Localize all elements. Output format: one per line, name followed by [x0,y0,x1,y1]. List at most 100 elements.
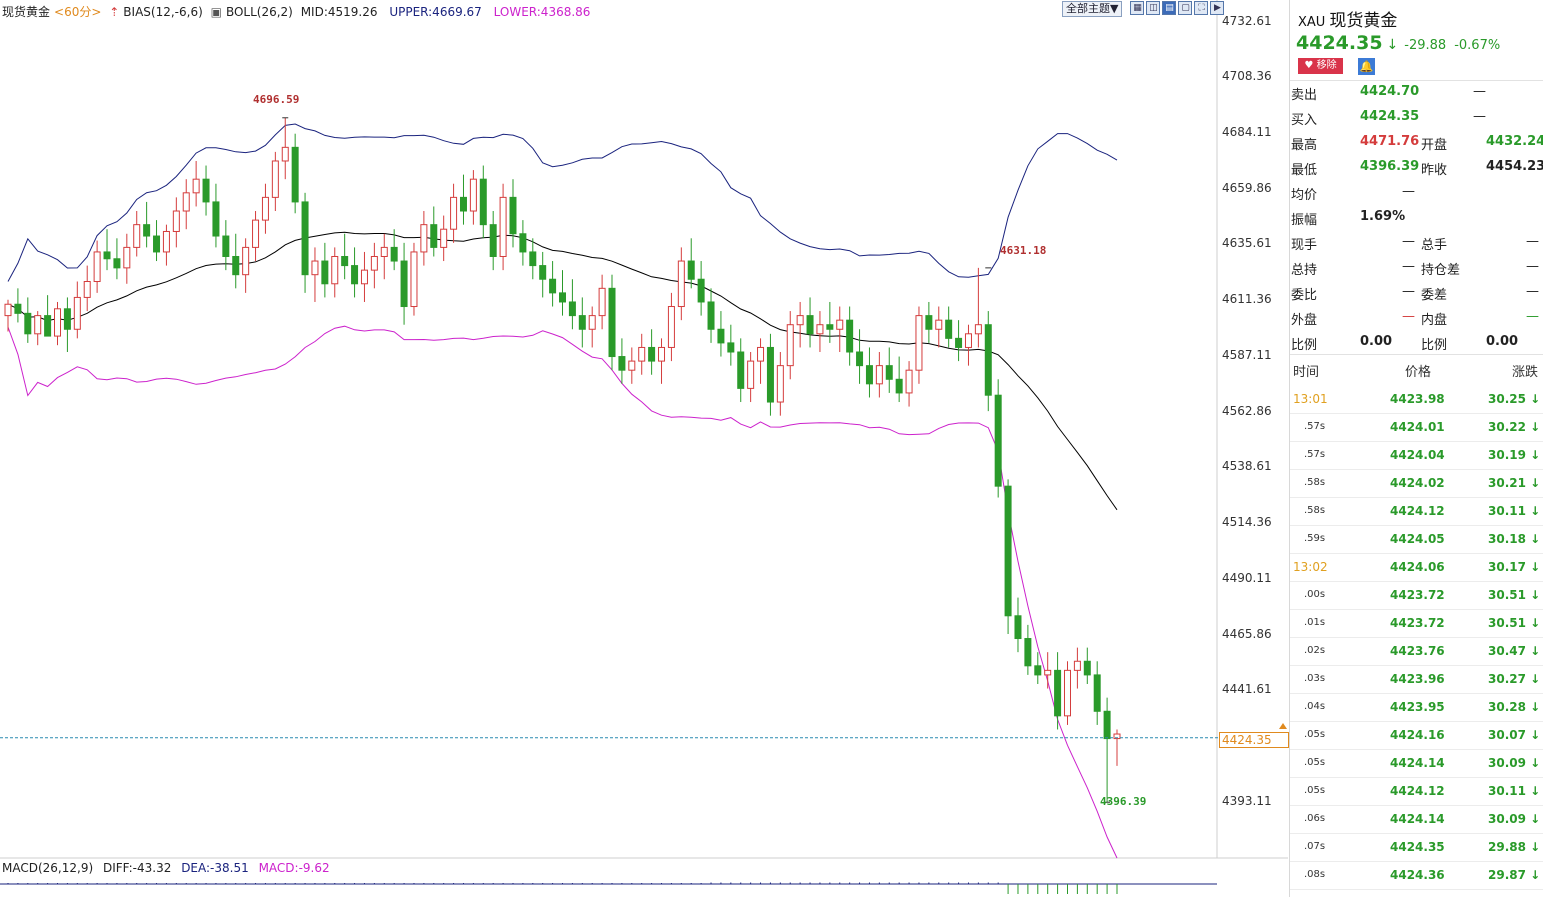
quote-label: 比例 [1291,338,1318,353]
tick-price: 4424.14 [1390,756,1445,770]
candle-body [549,278,557,294]
macd-label[interactable]: MACD(26,12,9) [2,861,93,875]
tick-price: 4424.04 [1390,448,1445,462]
annotation-high-2: 4631.18 [1000,244,1047,257]
tick-time: .58s [1304,477,1326,488]
candle-body [44,315,52,337]
candle-body [113,258,121,269]
lock-layout-icon[interactable]: ▤ [1162,1,1177,15]
quote-label: 振幅 [1291,213,1318,228]
tick-row: .05s 4424.16 30.07 ↓ [1290,721,1543,750]
period-selector[interactable]: <60分> [54,5,101,19]
down-arrow-icon: ↓ [1530,840,1541,854]
tick-change: 30.18 ↓ [1488,532,1540,546]
theme-button[interactable]: 全部主题▼ [1062,1,1123,17]
candle-body [360,269,368,285]
candle-body [519,233,527,253]
candle-body [63,308,71,330]
tick-header-time: 时间 [1293,365,1320,380]
candle-body [559,292,566,303]
candle-body [192,178,200,194]
fullscreen-icon[interactable]: ⛶ [1194,1,1209,15]
remove-watchlist-button[interactable]: ♥ 移除 [1298,58,1343,74]
down-arrow-icon: ↓ [1530,560,1541,574]
tick-row: .59s 4424.05 30.18 ↓ [1290,525,1543,554]
y-tick: 4441.61 [1222,682,1272,696]
candle-body [24,312,32,335]
candle-body [885,365,893,380]
down-arrow-icon: ↓ [1530,392,1541,406]
y-tick: 4708.36 [1222,69,1272,83]
tick-time: .01s [1304,617,1326,628]
candle-body [608,287,616,358]
grid-layout-icon[interactable]: ▦ [1130,1,1145,15]
candle-body [1004,485,1012,617]
candle-body [925,315,933,330]
candle-body [252,219,260,248]
quote-value-2: — [1526,284,1539,299]
candle-body [875,365,883,385]
quote-value: — [1402,309,1415,324]
quote-row: 卖出 4424.70 — [1290,80,1543,105]
down-arrow-icon: ↓ [1530,756,1541,770]
candle-body [628,360,636,371]
collapse-panel-icon[interactable]: ▶ [1210,1,1225,15]
down-arrow-icon: ↓ [1530,784,1541,798]
candle-body [281,146,289,162]
y-tick: 4659.86 [1222,181,1272,195]
tick-price: 4423.98 [1390,392,1445,406]
candle-body [648,346,656,362]
tick-header-price: 价格 [1405,365,1432,380]
kline-chart-area[interactable]: 现货黄金 <60分> ⇡ BIAS(12,-6,6) ▣ BOLL(26,2) MID… [0,0,1289,897]
bias-label[interactable]: BIAS(12,-6,6) [123,5,202,19]
candle-body [945,319,953,339]
candle-body [1054,669,1062,717]
tick-change: 30.17 ↓ [1488,560,1540,574]
candle-body [83,281,91,298]
quote-value: 4471.76 [1360,134,1420,149]
annotation-low: 4396.39 [1100,795,1147,808]
candle-body [489,224,497,257]
candle-body [974,324,982,335]
candle-body [796,315,804,326]
tick-change: 30.28 ↓ [1488,700,1540,714]
quote-label-2: 比例 [1421,338,1448,353]
quote-row: 振幅 1.69% [1290,205,1543,230]
tick-change-value: 30.27 [1488,672,1526,686]
quote-value-2: — [1526,259,1539,274]
split-layout-icon[interactable]: ◫ [1146,1,1161,15]
quote-label-2: 总手 [1421,238,1448,253]
candle-body [677,260,685,308]
tick-change: 30.07 ↓ [1488,728,1540,742]
candle-body [539,265,547,280]
tick-price: 4424.35 [1390,840,1445,854]
candle-body [816,324,824,335]
quote-label: 卖出 [1291,88,1318,103]
tick-change: 30.51 ↓ [1488,588,1540,602]
tick-change: 30.09 ↓ [1488,812,1540,826]
macd-value: MACD:-9.62 [258,861,330,875]
quote-value: — [1402,184,1415,199]
quote-label-2: 内盘 [1421,313,1448,328]
tick-price: 4423.72 [1390,588,1445,602]
single-layout-icon[interactable]: ▢ [1178,1,1193,15]
tick-row: .07s 4424.35 29.88 ↓ [1290,833,1543,862]
candle-body [469,178,477,212]
tick-change: 30.22 ↓ [1488,420,1540,434]
tick-row: 13:01 4423.98 30.25 ↓ [1290,385,1543,414]
down-arrow-icon: ↓ [1530,644,1541,658]
tick-change: 30.25 ↓ [1488,392,1540,406]
down-arrow-icon: ↓ [1530,588,1541,602]
quote-label: 总持 [1291,263,1318,278]
bell-icon[interactable]: 🔔 [1358,58,1375,75]
kline-chart[interactable] [0,0,1288,897]
macd-diff: DIFF:-43.32 [102,861,172,875]
boll-label[interactable]: BOLL(26,2) [226,5,293,19]
indicator-header: 现货黄金 <60分> ⇡ BIAS(12,-6,6) ▣ BOLL(26,2) MID… [2,3,594,19]
down-arrow-icon: ↓ [1530,532,1541,546]
candle-body [390,246,398,262]
tick-row: .58s 4424.02 30.21 ↓ [1290,469,1543,498]
tick-change: 29.87 ↓ [1488,868,1540,882]
tick-time: .08s [1304,869,1326,880]
tick-change-value: 29.87 [1488,868,1526,882]
